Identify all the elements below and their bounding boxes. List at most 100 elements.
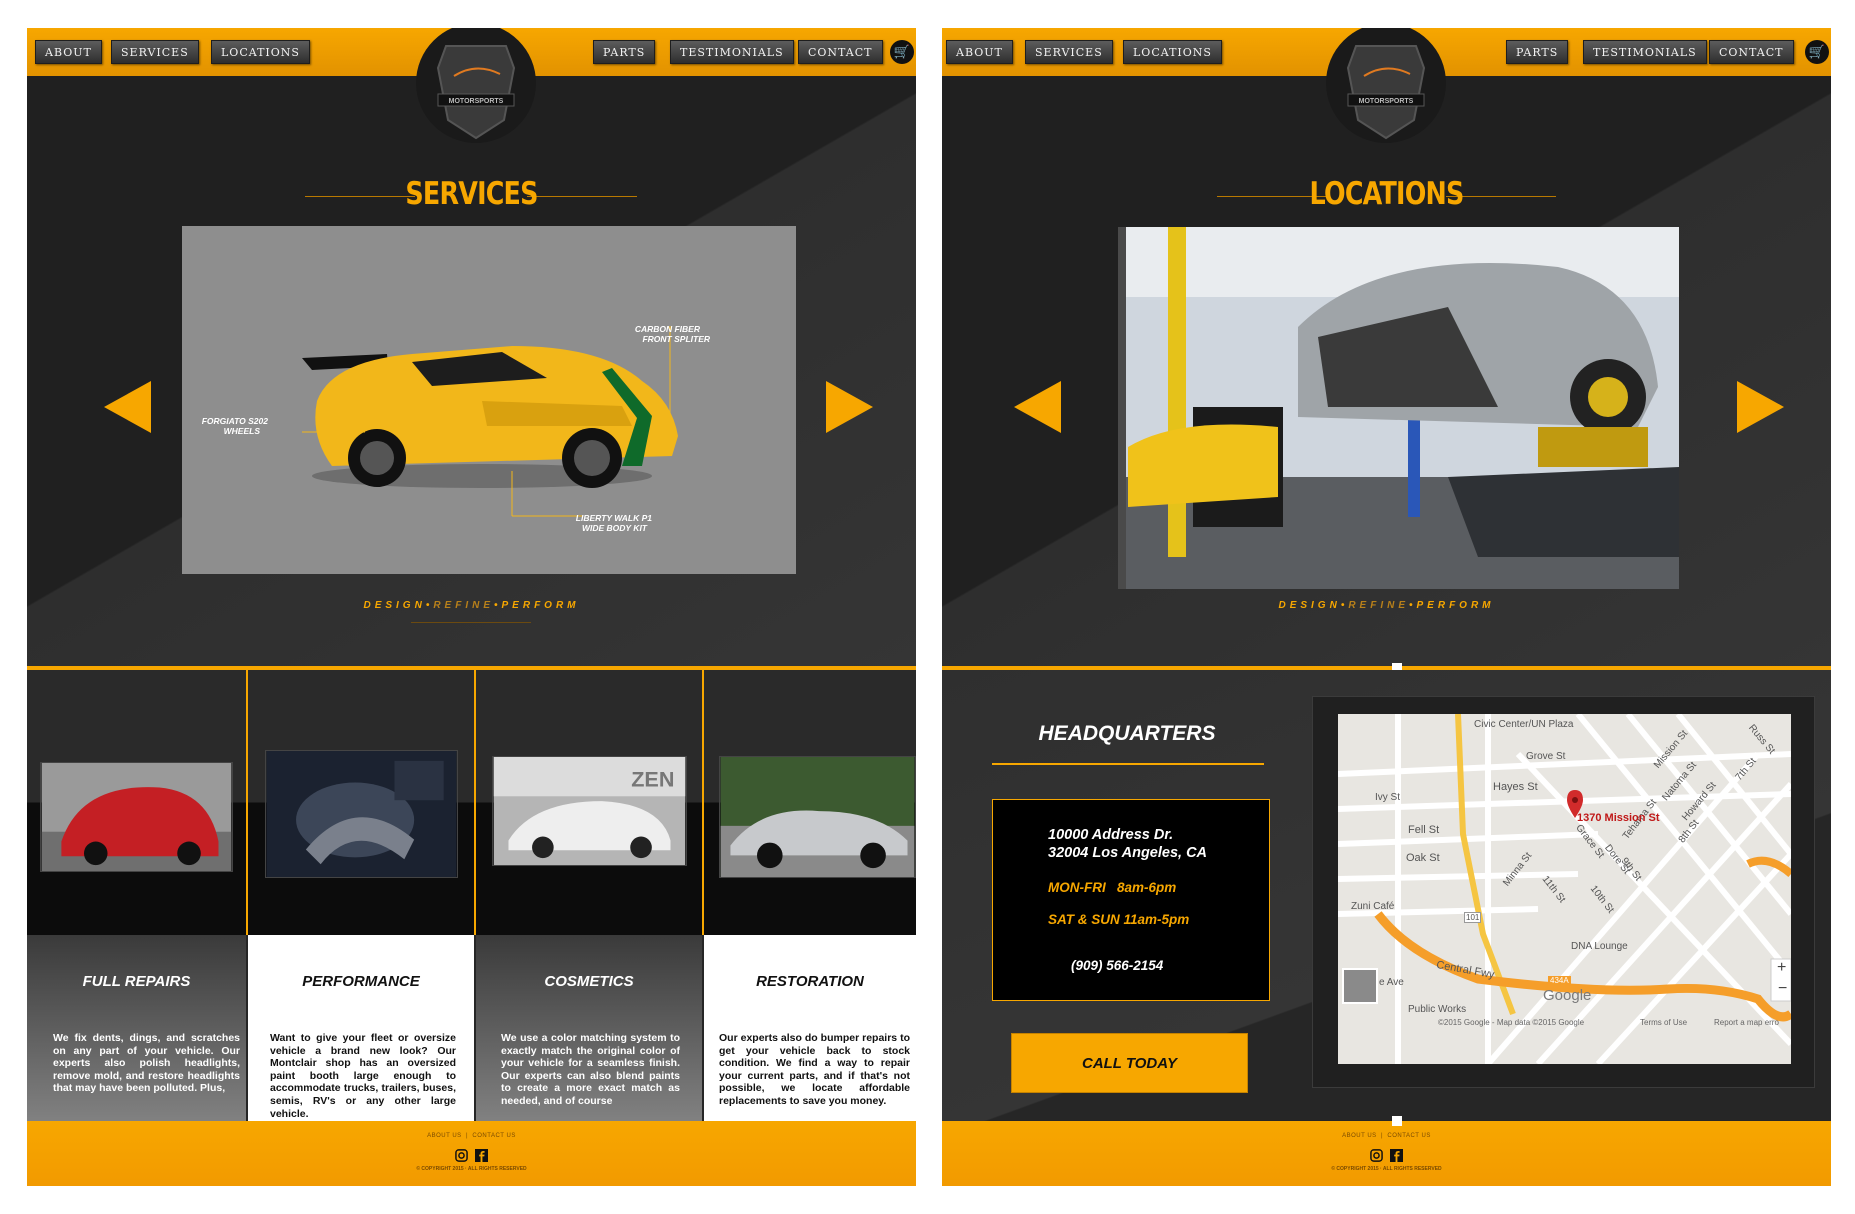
- map-label: Oak St: [1406, 852, 1440, 864]
- nav-testimonials[interactable]: TESTIMONIALS: [1583, 40, 1707, 64]
- nav-about[interactable]: ABOUT: [946, 40, 1013, 64]
- address-line-1: 10000 Address Dr.: [1048, 827, 1174, 843]
- tagline: DESIGN•REFINE•PERFORM: [27, 600, 916, 611]
- map-report-link[interactable]: Report a map erro: [1714, 1018, 1779, 1027]
- pin-label: 1370 Mission St: [1577, 812, 1660, 824]
- tagline-design: DESIGN: [363, 600, 426, 611]
- facebook-icon[interactable]: [474, 1149, 488, 1163]
- tagline-underline: [411, 622, 531, 623]
- prev-arrow-icon[interactable]: [104, 381, 151, 433]
- phone-number[interactable]: (909) 566-2154: [1071, 958, 1163, 973]
- service-card-performance: PERFORMANCE Want to give your fleet or o…: [248, 935, 474, 1145]
- footer-contact-link[interactable]: CONTACT US: [1387, 1133, 1430, 1139]
- footer: ABOUT US | CONTACT US © COPYRIGHT 2015 ·…: [942, 1121, 1831, 1186]
- tagline-refine: REFINE: [1348, 600, 1409, 611]
- footer-about-link[interactable]: ABOUT US: [1342, 1133, 1377, 1139]
- map-label: Hayes St: [1493, 781, 1538, 793]
- prev-arrow-icon[interactable]: [1014, 381, 1061, 433]
- footer-contact-link[interactable]: CONTACT US: [472, 1133, 515, 1139]
- page-title: SERVICES: [405, 176, 538, 212]
- tagline-sep-2: •: [494, 600, 502, 611]
- locations-page: ABOUT SERVICES LOCATIONS PARTS TESTIMONI…: [942, 28, 1831, 1186]
- brand-logo[interactable]: MOTORSPORTS: [1326, 28, 1446, 148]
- footer: ABOUT US | CONTACT US © COPYRIGHT 2015 ·…: [27, 1121, 916, 1186]
- copyright: © COPYRIGHT 2015 · ALL RIGHTS RESERVED: [1331, 1166, 1442, 1172]
- logo-text: MOTORSPORTS: [449, 98, 504, 105]
- card-body: Want to give your fleet or oversize vehi…: [270, 1032, 456, 1120]
- performance-photo: [265, 750, 458, 878]
- map-label: Fell St: [1408, 824, 1440, 836]
- nav-contact[interactable]: CONTACT: [798, 40, 883, 64]
- map-label: Civic Center/UN Plaza: [1474, 719, 1574, 730]
- callout-carbon-1: CARBON FIBER: [635, 324, 701, 334]
- next-arrow-icon[interactable]: [1737, 381, 1784, 433]
- hours-weekday: MON-FRI 8am-6pm: [1048, 880, 1177, 895]
- map-terms-link[interactable]: Terms of Use: [1640, 1018, 1687, 1027]
- highway-shield: 101: [1464, 912, 1482, 923]
- social-icons: [942, 1147, 1831, 1165]
- brand-logo[interactable]: MOTORSPORTS: [416, 28, 536, 148]
- nav-parts[interactable]: PARTS: [593, 40, 656, 64]
- nav-locations[interactable]: LOCATIONS: [1123, 40, 1222, 64]
- nav-services[interactable]: SERVICES: [111, 40, 199, 64]
- service-card-full-repairs: FULL REPAIRS We fix dents, dings, and sc…: [27, 935, 246, 1145]
- footer-links: ABOUT US | CONTACT US: [427, 1133, 516, 1139]
- zoom-out-button[interactable]: −: [1778, 980, 1787, 998]
- cart-icon[interactable]: 🛒: [890, 40, 914, 64]
- zoom-in-button[interactable]: +: [1777, 959, 1786, 977]
- exit-label: 434A: [1548, 976, 1571, 985]
- cart-icon[interactable]: 🛒: [1805, 40, 1829, 64]
- tagline-design: DESIGN: [1278, 600, 1341, 611]
- logo-text: MOTORSPORTS: [1359, 98, 1414, 105]
- nav-contact[interactable]: CONTACT: [1709, 40, 1794, 64]
- service-tile[interactable]: [27, 670, 254, 935]
- call-today-button[interactable]: CALL TODAY: [1011, 1033, 1248, 1093]
- callout-wheels-2: WHEELS: [224, 426, 261, 436]
- map-streets: [1338, 714, 1791, 1064]
- nav-parts[interactable]: PARTS: [1506, 40, 1569, 64]
- instagram-icon[interactable]: [1370, 1149, 1384, 1163]
- callout-carbon-2: FRONT SPLITER: [642, 334, 710, 344]
- address-line-2: 32004 Los Angeles, CA: [1048, 845, 1208, 861]
- tagline: DESIGN•REFINE•PERFORM: [942, 600, 1831, 611]
- callout-kit-2: WIDE BODY KIT: [582, 523, 648, 533]
- card-body: We use a color matching system to exactl…: [501, 1032, 680, 1107]
- google-logo: Google: [1543, 987, 1592, 1004]
- svg-text:ZEN: ZEN: [631, 766, 674, 791]
- service-tile[interactable]: [704, 670, 916, 935]
- social-icons: [27, 1147, 916, 1165]
- service-card-restoration: RESTORATION Our experts also do bumper r…: [704, 935, 916, 1145]
- instagram-icon[interactable]: [455, 1149, 469, 1163]
- tagline-sep-2: •: [1409, 600, 1417, 611]
- nav-services[interactable]: SERVICES: [1025, 40, 1113, 64]
- shop-photo: [1118, 227, 1679, 589]
- full-repairs-photo: [40, 762, 233, 872]
- section-heading: SERVICES: [27, 176, 916, 216]
- location-map[interactable]: Civic Center/UN Plaza Grove St Hayes St …: [1338, 714, 1791, 1064]
- card-title: RESTORATION: [756, 973, 864, 990]
- facebook-icon[interactable]: [1389, 1149, 1403, 1163]
- map-frame: Civic Center/UN Plaza Grove St Hayes St …: [1312, 696, 1815, 1088]
- card-title: FULL REPAIRS: [82, 973, 191, 990]
- hours-weekend: SAT & SUN 11am-5pm: [1048, 912, 1190, 927]
- service-tile[interactable]: [248, 670, 475, 935]
- copyright: © COPYRIGHT 2015 · ALL RIGHTS RESERVED: [416, 1166, 527, 1172]
- slider-dot[interactable]: [1392, 1116, 1402, 1126]
- page-title: LOCATIONS: [1309, 176, 1465, 212]
- map-label: DNA Lounge: [1571, 941, 1628, 952]
- nav-about[interactable]: ABOUT: [35, 40, 102, 64]
- nav-locations[interactable]: LOCATIONS: [211, 40, 310, 64]
- nav-testimonials[interactable]: TESTIMONIALS: [670, 40, 794, 64]
- featured-car-image: CARBON FIBER FRONT SPLITER FORGIATO S202…: [182, 226, 796, 574]
- next-arrow-icon[interactable]: [826, 381, 873, 433]
- footer-about-link[interactable]: ABOUT US: [427, 1133, 462, 1139]
- service-tile[interactable]: ZEN: [476, 670, 703, 935]
- tagline-perform: PERFORM: [501, 600, 580, 611]
- footer-links: ABOUT US | CONTACT US: [1342, 1133, 1431, 1139]
- restoration-photo: [719, 756, 916, 878]
- tagline-perform: PERFORM: [1416, 600, 1495, 611]
- map-label: e Ave: [1379, 977, 1404, 988]
- hq-underline: [992, 763, 1264, 765]
- map-attribution: ©2015 Google - Map data ©2015 Google: [1438, 1018, 1585, 1027]
- cosmetics-photo: ZEN: [492, 756, 687, 866]
